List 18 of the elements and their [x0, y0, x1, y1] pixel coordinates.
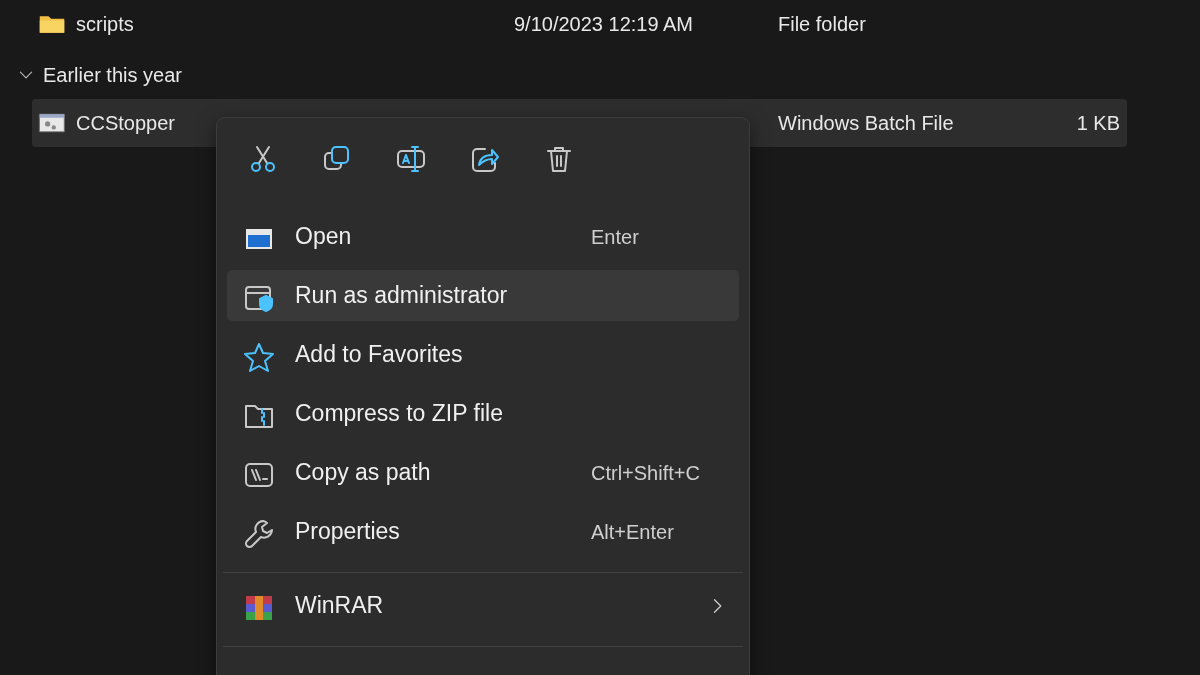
menu-item[interactable]: Copy as path Ctrl+Shift+C — [227, 447, 739, 498]
group-header: Earlier this year — [43, 63, 182, 88]
menu-item[interactable]: Open Enter — [227, 211, 739, 262]
file-name: CCStopper — [76, 111, 175, 136]
file-type: File folder — [778, 13, 866, 35]
shortcut-text: Enter — [591, 224, 640, 250]
shortcut-text: Alt+Enter — [591, 519, 675, 545]
file-name: scripts — [76, 12, 134, 37]
menu-item[interactable]: WinRAR — [227, 580, 739, 631]
file-row[interactable]: scripts 9/10/2023 12:19 AM File folder — [32, 0, 1127, 48]
shortcut-text: Ctrl+Shift+C — [591, 460, 701, 486]
menu-item[interactable]: Compress to ZIP file — [227, 388, 739, 439]
menu-item[interactable]: Properties Alt+Enter — [227, 506, 739, 557]
file-size: 1 KB — [1076, 112, 1120, 134]
file-date: 9/10/2023 12:19 AM — [514, 13, 694, 35]
menu-item[interactable]: Add to Favorites — [227, 329, 739, 380]
menu-item[interactable]: Run as administrator — [227, 270, 739, 321]
file-type: Windows Batch File — [778, 112, 954, 134]
